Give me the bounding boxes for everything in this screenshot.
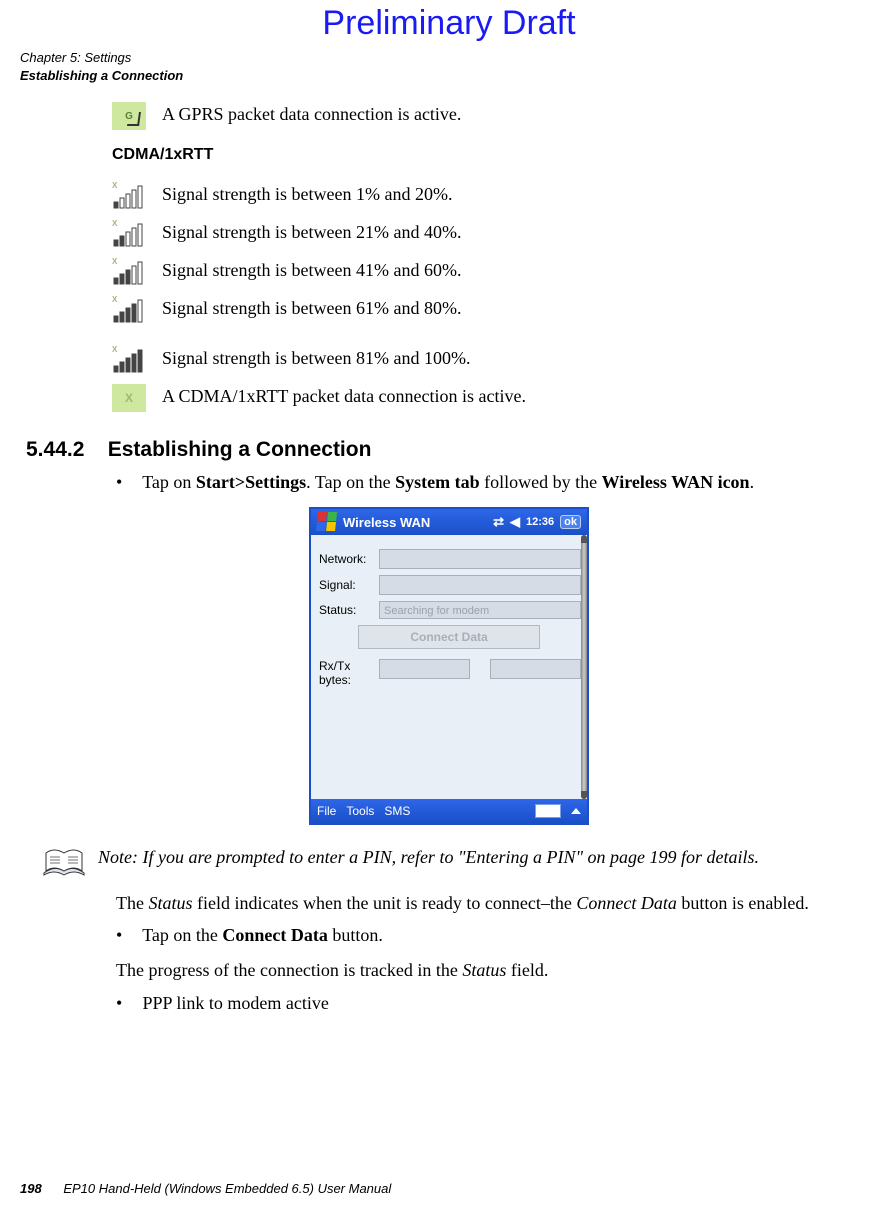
label-signal: Signal: (317, 578, 379, 592)
instr1-mid: . Tap on the (306, 472, 395, 492)
menu-sms[interactable]: SMS (384, 804, 410, 818)
ps-mid: field indicates when the unit is ready t… (193, 893, 577, 913)
ps-i1: Status (148, 893, 192, 913)
note-book-icon (42, 845, 86, 879)
status-paragraph: The Status field indicates when the unit… (116, 891, 878, 915)
windows-flag-icon (316, 512, 338, 532)
bullet-ppp-text: PPP link to modem active (143, 993, 329, 1013)
instr2-pre: Tap on the (142, 925, 222, 945)
instruction-2: Tap on the Connect Data button. (138, 925, 878, 946)
signal-2-text: Signal strength is between 21% and 40%. (162, 220, 461, 243)
progress-paragraph: The progress of the connection is tracke… (116, 958, 878, 982)
speaker-icon: ◀ (510, 514, 520, 530)
instr1-mid2: followed by the (480, 472, 602, 492)
label-rxtx: Rx/Tx bytes: (317, 659, 379, 688)
label-network: Network: (317, 552, 379, 566)
instr1-b3: Wireless WAN icon (602, 472, 750, 492)
field-tx (490, 659, 581, 679)
svg-text:X: X (112, 220, 118, 228)
footer-text: EP10 Hand-Held (Windows Embedded 6.5) Us… (63, 1181, 391, 1196)
instr2-post: button. (328, 925, 383, 945)
device-time: 12:36 (526, 516, 554, 528)
device-body: Network: Signal: Status: Searching for m… (311, 535, 587, 799)
up-caret-icon[interactable] (571, 808, 581, 814)
page-number: 198 (20, 1181, 42, 1196)
field-rx (379, 659, 470, 679)
keyboard-icon[interactable] (535, 804, 561, 818)
pp-i1: Status (462, 960, 506, 980)
signal-bars-2-icon: X (112, 220, 146, 248)
signal-bars-5-icon: X (112, 346, 146, 374)
chapter-line1: Chapter 5: Settings (20, 50, 131, 65)
pp-post: field. (506, 960, 548, 980)
note-label: Note: (98, 847, 138, 867)
menu-file[interactable]: File (317, 804, 336, 818)
signal-bars-1-icon: X (112, 182, 146, 210)
instr1-post: . (750, 472, 755, 492)
svg-text:X: X (112, 296, 118, 304)
connect-data-button[interactable]: Connect Data (358, 625, 540, 649)
instr1-b2: System tab (395, 472, 480, 492)
signal-3-text: Signal strength is between 41% and 60%. (162, 258, 461, 281)
signal-1-text: Signal strength is between 1% and 20%. (162, 182, 452, 205)
ps-i2: Connect Data (576, 893, 677, 913)
ps-post: button is enabled. (677, 893, 809, 913)
wireless-wan-screenshot: Wireless WAN ⇄ ◀ 12:36 ok Network: Signa… (309, 507, 589, 825)
gprs-active-icon: G (112, 102, 146, 130)
cdma-active-icon: X (112, 384, 146, 412)
section-title: Establishing a Connection (108, 438, 372, 461)
menu-tools[interactable]: Tools (346, 804, 374, 818)
device-bottombar: File Tools SMS (311, 799, 587, 823)
instruction-1: Tap on Start>Settings. Tap on the System… (138, 472, 878, 493)
svg-text:X: X (112, 258, 118, 266)
field-signal (379, 575, 581, 595)
cdma-active-text: A CDMA/1xRTT packet data connection is a… (162, 384, 526, 407)
ps-pre: The (116, 893, 148, 913)
signal-4-text: Signal strength is between 61% and 80%. (162, 296, 461, 319)
device-ok-button[interactable]: ok (560, 515, 581, 529)
cdma-heading: CDMA/1xRTT (112, 146, 878, 164)
field-network (379, 549, 581, 569)
section-number: 5.44.2 (26, 438, 84, 461)
connectivity-icon: ⇄ (493, 514, 504, 530)
device-title: Wireless WAN (343, 515, 430, 530)
pp-pre: The progress of the connection is tracke… (116, 960, 462, 980)
chapter-header: Chapter 5: Settings Establishing a Conne… (20, 49, 878, 84)
instr1-b1: Start>Settings (196, 472, 306, 492)
page-footer: 198 EP10 Hand-Held (Windows Embedded 6.5… (20, 1181, 391, 1196)
device-scrollbar[interactable] (581, 535, 587, 799)
signal-bars-3-icon: X (112, 258, 146, 286)
instr1-pre: Tap on (142, 472, 196, 492)
note-text: Note: If you are prompted to enter a PIN… (98, 845, 759, 870)
bullet-ppp: PPP link to modem active (138, 993, 878, 1014)
field-status: Searching for modem (379, 601, 581, 619)
gprs-active-text: A GPRS packet data connection is active. (162, 102, 461, 125)
device-titlebar: Wireless WAN ⇄ ◀ 12:36 ok (311, 509, 587, 535)
svg-text:X: X (112, 182, 118, 190)
signal-bars-4-icon: X (112, 296, 146, 324)
preliminary-draft-header: Preliminary Draft (20, 4, 878, 43)
label-status: Status: (317, 603, 379, 617)
note-body: If you are prompted to enter a PIN, refe… (138, 847, 759, 867)
section-heading: 5.44.2 Establishing a Connection (26, 438, 878, 462)
chapter-line2: Establishing a Connection (20, 68, 183, 83)
instr2-b: Connect Data (222, 925, 328, 945)
signal-5-text: Signal strength is between 81% and 100%. (162, 346, 470, 369)
svg-text:X: X (112, 346, 118, 354)
